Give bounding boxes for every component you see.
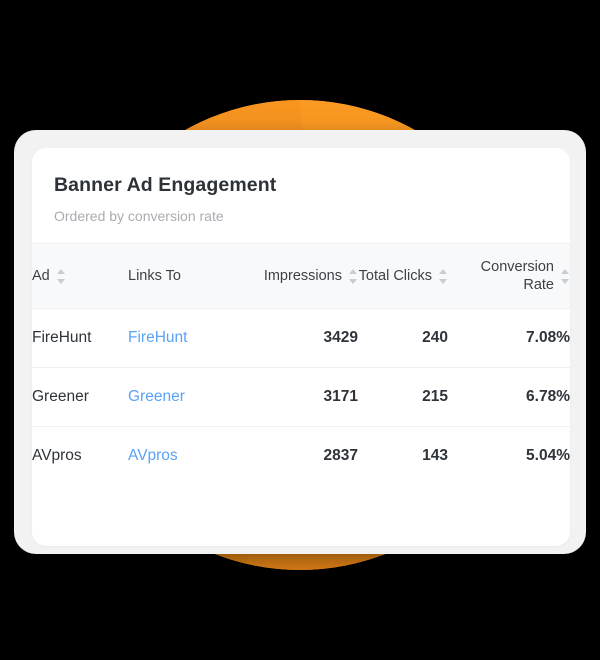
column-header-conversion-rate[interactable]: Conversion Rate [448, 243, 570, 310]
ad-link[interactable]: Greener [128, 388, 185, 405]
table-header-row: Ad Links To Impressions Total Clicks Con… [32, 243, 570, 310]
ad-link[interactable]: FireHunt [128, 329, 187, 346]
sort-updown-icon[interactable] [439, 268, 448, 284]
cell-ad: Greener [32, 367, 128, 428]
card-subtitle: Ordered by conversion rate [54, 208, 224, 225]
cell-total-clicks: 215 [358, 367, 448, 428]
cell-ad: FireHunt [32, 308, 128, 369]
cell-conversion-rate: 5.04% [526, 447, 570, 465]
table-row: FireHunt FireHunt 3429 240 7.08% [32, 308, 570, 369]
column-header-impressions[interactable]: Impressions [228, 243, 358, 310]
column-label-impressions: Impressions [263, 268, 342, 285]
table-row: AVpros AVpros 2837 143 5.04% [32, 427, 570, 486]
cell-impressions: 3171 [228, 367, 358, 428]
column-label-total-clicks: Total Clicks [358, 268, 432, 285]
banner-ad-engagement-card: Banner Ad Engagement Ordered by conversi… [32, 148, 570, 546]
sort-updown-icon[interactable] [349, 268, 358, 284]
ad-link[interactable]: AVpros [128, 447, 178, 464]
cell-impressions: 3429 [228, 308, 358, 369]
table-container: Ad Links To Impressions Total Clicks Con… [32, 243, 570, 485]
cell-links-to: AVpros [128, 427, 228, 486]
cell-conversion-rate: 7.08% [448, 308, 570, 369]
page-title: Banner Ad Engagement [54, 174, 277, 196]
cell-links-to: FireHunt [128, 308, 228, 369]
table-body: FireHunt FireHunt 3429 240 7.08% Greener… [32, 308, 570, 486]
cell-links-to: Greener [128, 367, 228, 428]
table-header: Ad Links To Impressions Total Clicks Con… [32, 243, 570, 310]
column-header-total-clicks[interactable]: Total Clicks [358, 243, 448, 310]
card-header: Banner Ad Engagement Ordered by conversi… [32, 148, 570, 225]
cell-total-clicks: 240 [358, 308, 448, 369]
column-label-conversion-rate: Conversion Rate [480, 259, 554, 294]
cell-ad: AVpros [32, 447, 82, 465]
screenshot-stage: Banner Ad Engagement Ordered by conversi… [0, 0, 600, 660]
sort-updown-icon[interactable] [561, 268, 570, 284]
column-header-ad[interactable]: Ad [32, 243, 128, 310]
column-label-ad: Ad [32, 268, 50, 285]
engagement-table: Ad Links To Impressions Total Clicks Con… [32, 243, 570, 485]
cell-total-clicks: 143 [422, 447, 448, 465]
cell-conversion-rate: 6.78% [448, 367, 570, 428]
sort-updown-icon[interactable] [56, 268, 66, 284]
column-header-links-to[interactable]: Links To [128, 243, 228, 310]
column-label-links-to: Links To [128, 268, 181, 285]
table-row: Greener Greener 3171 215 6.78% [32, 367, 570, 428]
cell-impressions: 2837 [323, 447, 358, 465]
